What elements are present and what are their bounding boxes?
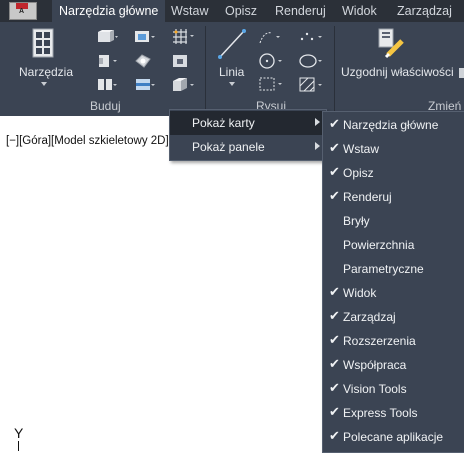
ellipse-icon[interactable] — [298, 52, 324, 73]
ucs-y-axis-icon: Y — [14, 425, 24, 441]
app-logo-icon: A — [9, 2, 37, 20]
ribbon: Narzędzia Linia Uzgodnij właściwości Bud… — [0, 22, 464, 136]
submenu-item-wspolpraca[interactable]: ✔ Współpraca — [323, 353, 464, 377]
menu-item-pokaz-panele[interactable]: Pokaż panele — [170, 135, 326, 159]
tab-renderuj[interactable]: Renderuj — [268, 0, 333, 22]
submenu-item-label: Parametryczne — [343, 262, 424, 276]
linia-button[interactable]: Linia — [219, 65, 244, 79]
submenu-item-widok[interactable]: ✔ Widok — [323, 281, 464, 305]
ribbon-tab-bar: A Narzędzia główne Wstaw Opisz Renderuj … — [0, 0, 464, 22]
cube-icon[interactable] — [170, 76, 194, 97]
ribbon-context-menu: Pokaż karty Pokaż panele — [169, 109, 327, 161]
extrude-icon[interactable] — [96, 54, 118, 71]
submenu-item-label: Powierzchnia — [343, 238, 415, 252]
submenu-item-zarzadzaj[interactable]: ✔ Zarządzaj — [323, 305, 464, 329]
submenu-item-label: Vision Tools — [343, 382, 407, 396]
submenu-item-rozszerzenia[interactable]: ✔ Rozszerzenia — [323, 329, 464, 353]
panel-title-buduj[interactable]: Buduj — [90, 99, 121, 113]
polyline-icon[interactable] — [258, 29, 284, 48]
menu-item-label: Pokaż karty — [192, 116, 255, 130]
checkmark-icon: ✔ — [329, 356, 340, 371]
submenu-item-parametryczne[interactable]: Parametryczne — [323, 257, 464, 281]
checkmark-icon: ✔ — [329, 308, 340, 323]
submenu-item-wstaw[interactable]: ✔ Wstaw — [323, 137, 464, 161]
tab-widok[interactable]: Widok — [335, 0, 384, 22]
presspull-icon[interactable] — [134, 53, 156, 72]
submenu-item-bryly[interactable]: Bryły — [323, 209, 464, 233]
submenu-item-label: Opisz — [343, 166, 374, 180]
viewport-controls-label[interactable]: [−][Góra][Model szkieletowy 2D] — [6, 135, 169, 147]
ucs-axis-line — [18, 441, 19, 451]
show-tabs-submenu: ✔ Narzędzia główne ✔ Wstaw ✔ Opisz ✔ Renderu… — [322, 111, 464, 453]
tab-narzedzia-glowne[interactable]: Narzędzia główne — [52, 0, 166, 22]
checkmark-icon: ✔ — [329, 284, 340, 299]
submenu-arrow-icon — [315, 142, 320, 150]
application-menu-button[interactable]: A — [0, 0, 46, 22]
submenu-item-label: Narzędzia główne — [343, 118, 439, 132]
tab-wstaw[interactable]: Wstaw — [164, 0, 216, 22]
checkmark-icon: ✔ — [329, 428, 340, 443]
mesh-icon[interactable] — [134, 77, 156, 96]
checkmark-icon: ✔ — [329, 164, 340, 179]
checkmark-icon: ✔ — [329, 380, 340, 395]
checkmark-icon: ✔ — [329, 140, 340, 155]
tab-zarzadzaj[interactable]: Zarządzaj — [390, 0, 459, 22]
narzedzia-button[interactable]: Narzędzia — [19, 65, 73, 79]
submenu-item-express-tools[interactable]: ✔ Express Tools — [323, 401, 464, 425]
submenu-item-powierzchnia[interactable]: Powierzchnia — [323, 233, 464, 257]
submenu-item-renderuj[interactable]: ✔ Renderuj — [323, 185, 464, 209]
uzgodnij-wlasciwosci-button[interactable]: Uzgodnij właściwości — [341, 65, 454, 79]
chevron-down-icon[interactable] — [41, 82, 47, 86]
smooth-object-icon[interactable] — [170, 53, 192, 72]
submenu-item-polecane-aplikacje[interactable]: ✔ Polecane aplikacje — [323, 425, 464, 449]
checkmark-icon: ✔ — [329, 404, 340, 419]
submenu-item-label: Renderuj — [343, 190, 392, 204]
spline-icon[interactable] — [298, 29, 324, 48]
submenu-item-label: Wstaw — [343, 142, 379, 156]
submenu-item-label: Widok — [343, 286, 377, 300]
tab-opisz[interactable]: Opisz — [218, 0, 264, 22]
chevron-down-icon[interactable] — [229, 82, 235, 86]
menu-item-pokaz-karty[interactable]: Pokaż karty — [170, 111, 326, 135]
hatch-icon[interactable] — [298, 76, 324, 97]
checkmark-icon: ✔ — [329, 332, 340, 347]
submenu-item-label: Polecane aplikacje — [343, 430, 444, 444]
grid-icon[interactable] — [170, 28, 194, 47]
convert-solid-icon[interactable] — [96, 77, 118, 96]
submenu-item-narzedzia-glowne[interactable]: ✔ Narzędzia główne — [323, 113, 464, 137]
checkmark-icon: ✔ — [329, 188, 340, 203]
submenu-item-vision-tools[interactable]: ✔ Vision Tools — [323, 377, 464, 401]
rectangle-icon[interactable] — [258, 76, 284, 97]
submenu-arrow-icon — [315, 118, 320, 126]
menu-item-label: Pokaż panele — [192, 140, 265, 154]
line-tool-icon[interactable] — [217, 28, 247, 63]
submenu-item-label: Express Tools — [343, 406, 418, 420]
submenu-item-label: Rozszerzenia — [343, 334, 416, 348]
circle-icon[interactable] — [258, 52, 284, 73]
submenu-item-label: Bryły — [343, 214, 370, 228]
box-icon[interactable] — [96, 30, 118, 47]
polysolid-icon[interactable] — [134, 30, 156, 47]
submenu-item-label: Współpraca — [343, 358, 407, 372]
toolbox-icon[interactable] — [32, 28, 54, 58]
submenu-item-opisz[interactable]: ✔ Opisz — [323, 161, 464, 185]
checkmark-icon: ✔ — [329, 116, 340, 131]
properties-extra-icon[interactable] — [458, 66, 464, 83]
match-properties-icon[interactable] — [376, 27, 406, 62]
submenu-item-label: Zarządzaj — [343, 310, 396, 324]
